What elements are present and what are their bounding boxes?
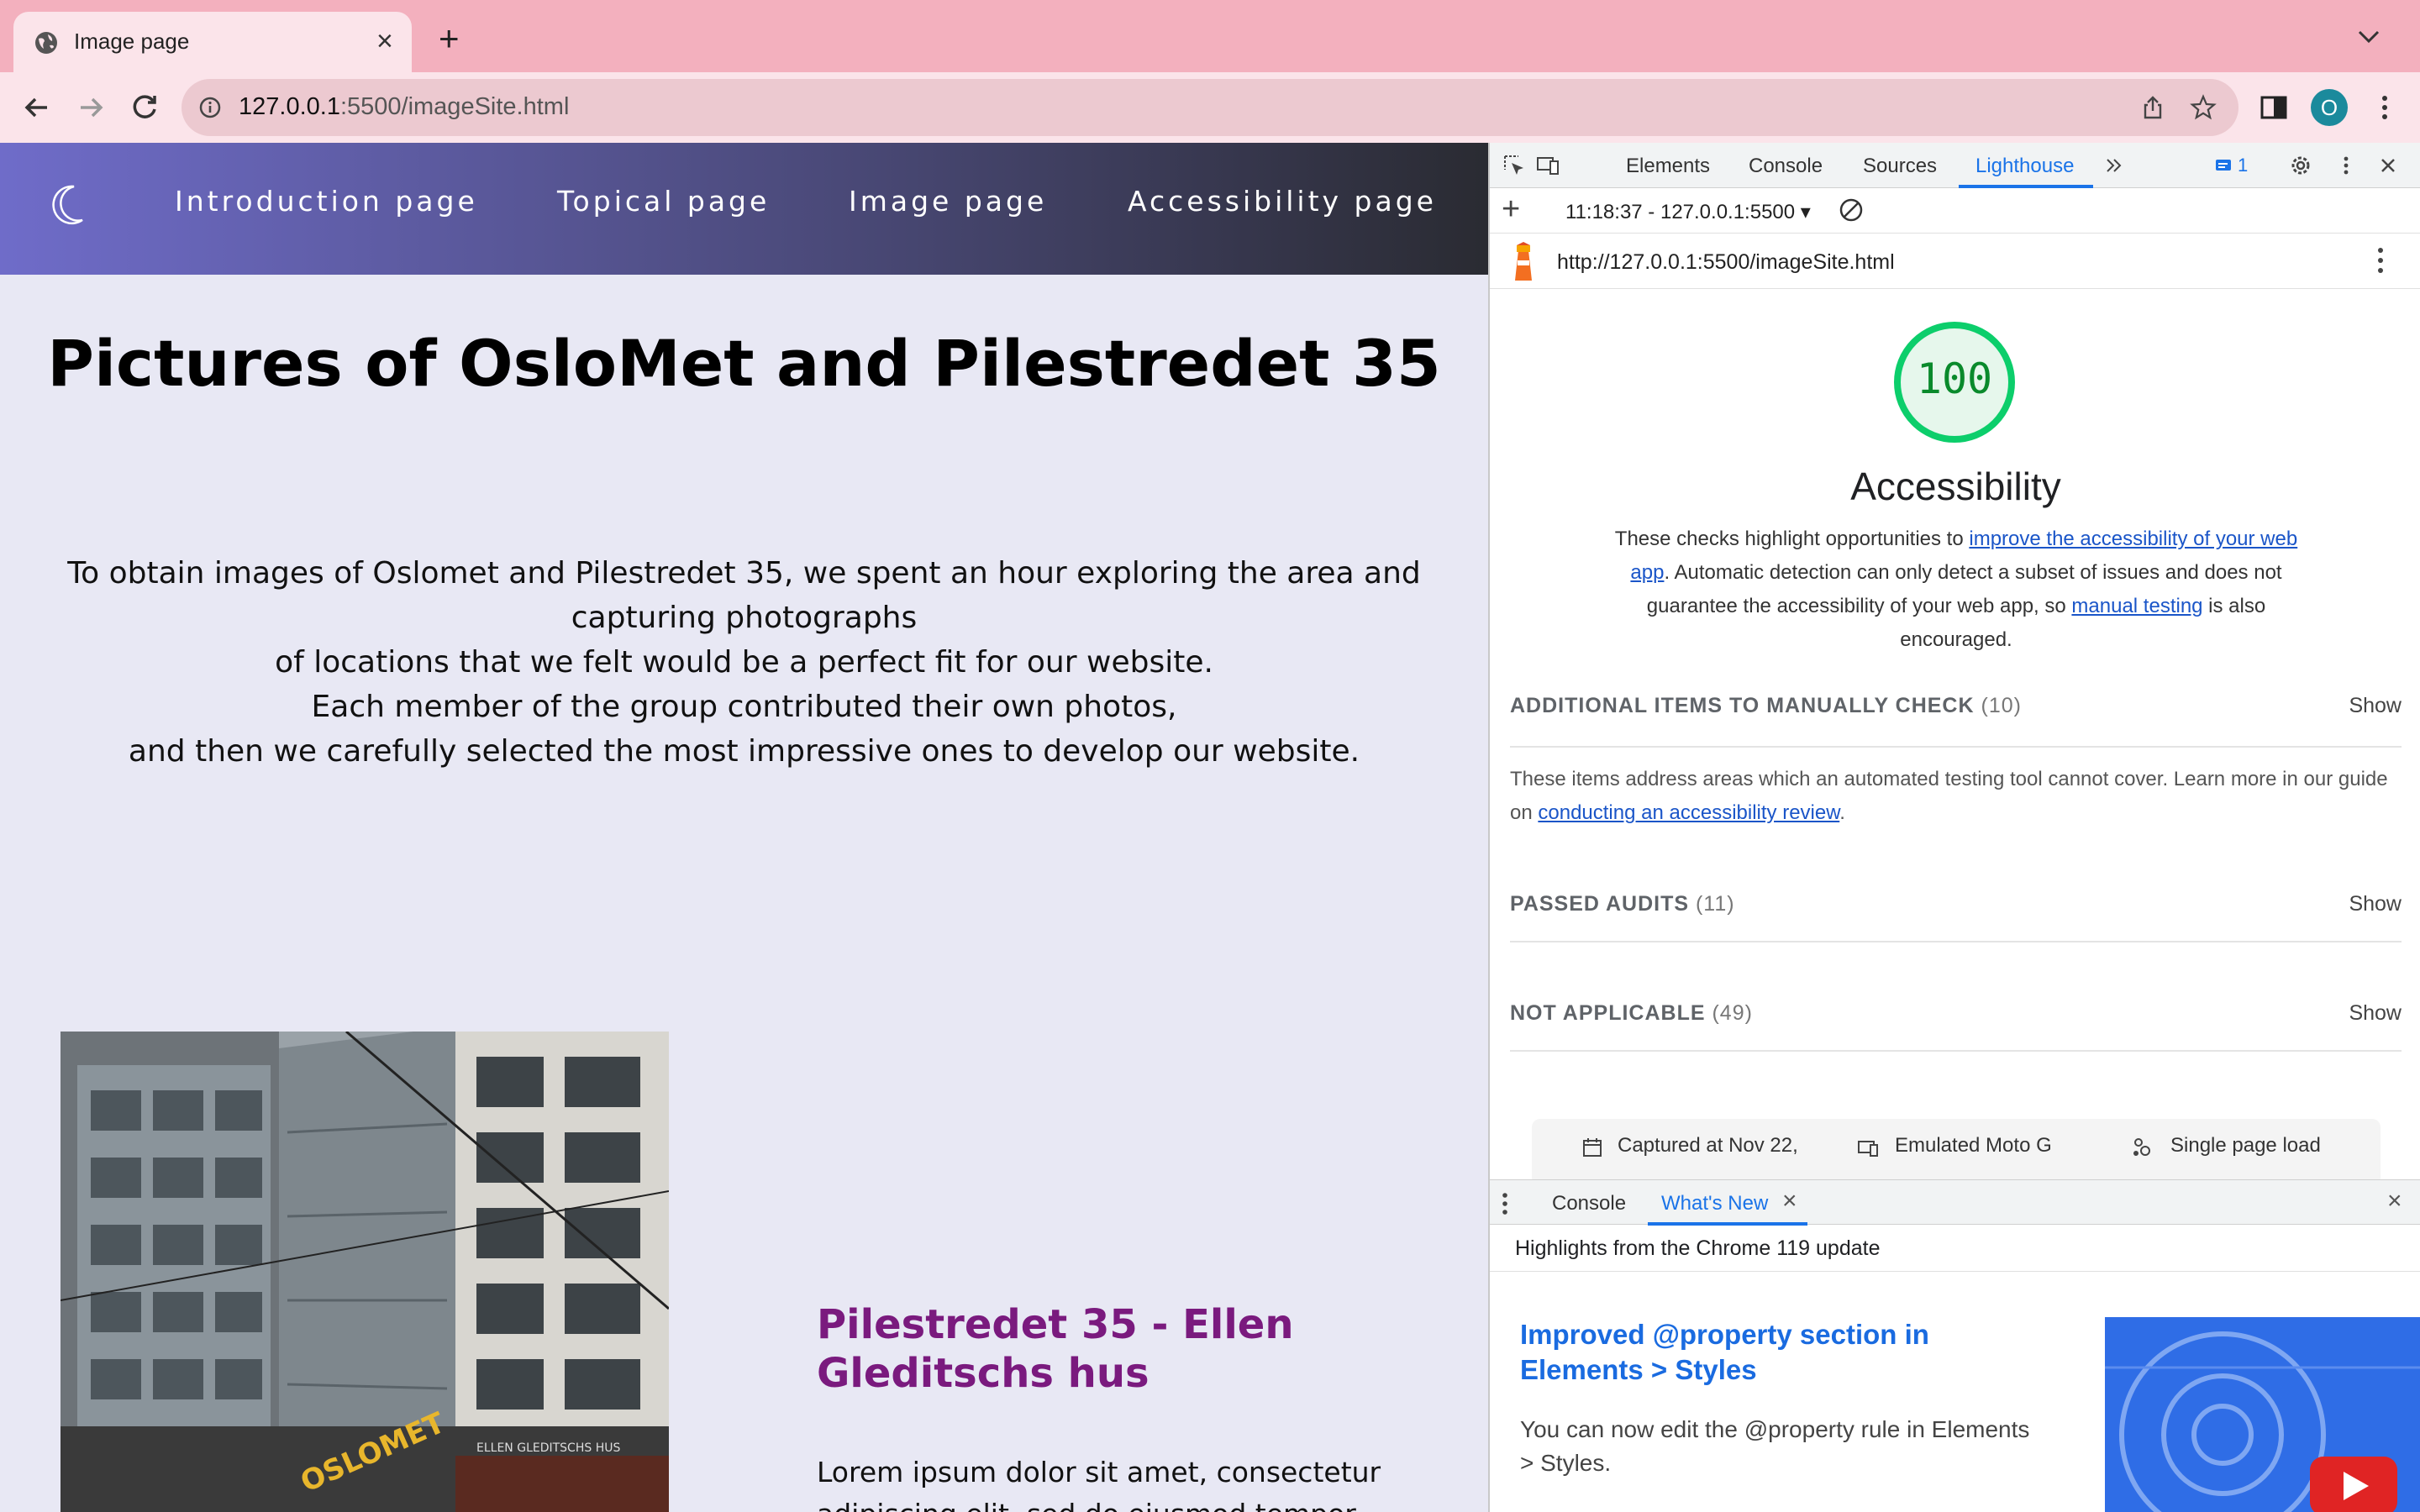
intro-paragraph: To obtain images of Oslomet and Pilestre… — [67, 551, 1421, 774]
drawer-menu-icon[interactable] — [1502, 1189, 1508, 1219]
intro-line: Each member of the group contributed the… — [311, 690, 1177, 724]
devtools-drawer-tabbar: Console What's New × × — [1490, 1179, 2420, 1226]
devtools-menu-icon[interactable] — [2333, 153, 2359, 178]
show-toggle[interactable]: Show — [2349, 694, 2402, 718]
accessibility-score: 100 — [1916, 354, 1993, 403]
bookmark-star-icon[interactable] — [2190, 94, 2217, 121]
profile-avatar[interactable]: O — [2311, 89, 2348, 126]
close-devtools-icon[interactable] — [2375, 153, 2401, 178]
browser-menu-icon[interactable] — [2368, 91, 2402, 124]
image-description: Lorem ipsum dolor sit amet, consectetur … — [817, 1452, 1439, 1512]
show-toggle[interactable]: Show — [2349, 1001, 2402, 1026]
divider — [1510, 746, 2402, 748]
oslomet-building-photo: OSLOMET ELLEN GLEDITSCHS HUS — [60, 1032, 669, 1512]
passed-audits-section[interactable]: PASSED AUDITS (11) Show — [1510, 892, 2402, 942]
description-line: adipiscing elit, sed do eiusmod tempor — [817, 1494, 1439, 1512]
load-type: Single page load — [2170, 1134, 2321, 1157]
lighthouse-report-header: http://127.0.0.1:5500/imageSite.html — [1490, 234, 2420, 289]
intro-line: capturing photographs — [571, 601, 918, 635]
description-line: Lorem ipsum dolor sit amet, consectetur — [817, 1456, 1381, 1488]
more-tabs-chevron-icon[interactable] — [2102, 153, 2127, 178]
report-url[interactable]: http://127.0.0.1:5500/imageSite.html — [1557, 250, 1895, 275]
back-arrow-icon[interactable] — [18, 89, 55, 126]
tab-elements[interactable]: Elements — [1626, 155, 1710, 178]
forward-arrow-icon[interactable] — [72, 89, 109, 126]
browser-tab[interactable]: Image page × — [13, 12, 412, 72]
devtools-tabbar: Elements Console Sources Lighthouse 1 — [1490, 143, 2420, 188]
not-applicable-section[interactable]: NOT APPLICABLE (49) Show — [1510, 1001, 2402, 1052]
manual-testing-link[interactable]: manual testing — [2071, 595, 2202, 617]
accessibility-review-link[interactable]: conducting an accessibility review — [1538, 801, 1839, 824]
tab-strip: Image page × + — [0, 0, 2420, 72]
device-toolbar-icon[interactable] — [1535, 153, 1560, 178]
whats-new-video-thumbnail[interactable] — [2105, 1317, 2420, 1512]
new-report-button[interactable]: + — [1502, 193, 1520, 225]
intro-line: of locations that we felt would be a per… — [275, 645, 1213, 680]
captured-at: Captured at Nov 22, — [1618, 1134, 1798, 1157]
whats-new-card-title[interactable]: Improved @property section in Elements >… — [1520, 1317, 1991, 1388]
site-navbar: Introduction page Topical page Image pag… — [0, 143, 1488, 275]
report-menu-icon[interactable] — [2377, 245, 2384, 276]
dark-mode-moon-icon[interactable] — [45, 181, 87, 228]
new-tab-button[interactable]: + — [439, 21, 460, 56]
nav-link-topical[interactable]: Topical page — [557, 185, 770, 218]
close-drawer-icon[interactable]: × — [2387, 1189, 2402, 1214]
nav-link-accessibility[interactable]: Accessibility page — [1128, 185, 1437, 218]
chevron-down-icon[interactable] — [2356, 27, 2381, 47]
whats-new-card-body: You can now edit the @property rule in E… — [1520, 1416, 2030, 1476]
page-title: Pictures of OsloMet and Pilestredet 35 — [47, 326, 1441, 401]
inspect-element-icon[interactable] — [1502, 153, 1527, 178]
tab-console[interactable]: Console — [1749, 155, 1823, 178]
lighthouse-logo-icon — [1515, 242, 1532, 281]
tab-lighthouse[interactable]: Lighthouse — [1975, 155, 2074, 178]
globe-icon — [35, 32, 57, 54]
drawer-tab-whats-new[interactable]: What's New — [1661, 1192, 1768, 1215]
issues-count[interactable]: 1 — [2238, 155, 2248, 176]
manual-check-note: These items address areas which an autom… — [1510, 768, 2388, 824]
section-label: NOT APPLICABLE (49) — [1510, 1001, 1753, 1025]
nav-link-image[interactable]: Image page — [849, 185, 1047, 218]
issues-icon[interactable] — [2214, 153, 2234, 178]
nav-link-introduction[interactable]: Introduction page — [175, 185, 478, 218]
tab-title: Image page — [74, 29, 190, 54]
side-panel-icon[interactable] — [2257, 91, 2291, 124]
share-icon[interactable] — [2139, 94, 2166, 121]
highlights-text: Highlights from the Chrome 119 update — [1515, 1236, 1881, 1260]
close-tab-icon[interactable]: × — [376, 27, 393, 55]
reload-icon[interactable] — [126, 89, 163, 126]
drawer-tab-console[interactable]: Console — [1552, 1192, 1626, 1215]
category-title: Accessibility — [1850, 465, 2061, 508]
url-text[interactable]: 127.0.0.1:5500/imageSite.html — [239, 93, 569, 121]
devtools-panel: Elements Console Sources Lighthouse 1 + … — [1488, 143, 2420, 1512]
show-toggle[interactable]: Show — [2349, 892, 2402, 916]
intro-line: and then we carefully selected the most … — [128, 734, 1360, 769]
clear-reports-icon[interactable] — [1838, 197, 1865, 223]
web-page: Introduction page Topical page Image pag… — [0, 143, 1488, 1512]
tab-sources[interactable]: Sources — [1863, 155, 1937, 178]
report-selector[interactable]: 11:18:37 - 127.0.0.1:5500 ▾ — [1565, 200, 1811, 224]
category-description: These checks highlight opportunities to … — [1614, 528, 2298, 651]
settings-gear-icon[interactable] — [2288, 153, 2313, 178]
report-footer: Captured at Nov 22, Emulated Moto G Sing… — [1532, 1119, 2381, 1186]
whats-new-header: Highlights from the Chrome 119 update — [1490, 1225, 2420, 1272]
close-whats-new-tab-icon[interactable]: × — [1782, 1189, 1797, 1214]
devices-icon — [1858, 1141, 1878, 1157]
section-label: ADDITIONAL ITEMS TO MANUALLY CHECK (10) — [1510, 694, 2022, 717]
section-label: PASSED AUDITS (11) — [1510, 892, 1735, 916]
browser-toolbar: 127.0.0.1:5500/imageSite.html O — [0, 72, 2420, 143]
lighthouse-toolbar: + 11:18:37 - 127.0.0.1:5500 ▾ — [1490, 188, 2420, 234]
info-icon[interactable] — [198, 96, 222, 119]
intro-line: To obtain images of Oslomet and Pilestre… — [67, 556, 1421, 591]
svg-text:ELLEN GLEDITSCHS HUS: ELLEN GLEDITSCHS HUS — [476, 1441, 620, 1455]
emulated-device: Emulated Moto G — [1895, 1134, 2052, 1157]
page-load-icon — [2133, 1138, 2150, 1156]
address-bar[interactable]: 127.0.0.1:5500/imageSite.html — [182, 79, 2238, 136]
browser-window: Image page × + 127.0.0.1:5500/imageSite.… — [0, 0, 2420, 1512]
calendar-icon — [1583, 1138, 1602, 1157]
image-caption-title: Pilestredet 35 - Ellen Gleditschs hus — [817, 1301, 1294, 1397]
